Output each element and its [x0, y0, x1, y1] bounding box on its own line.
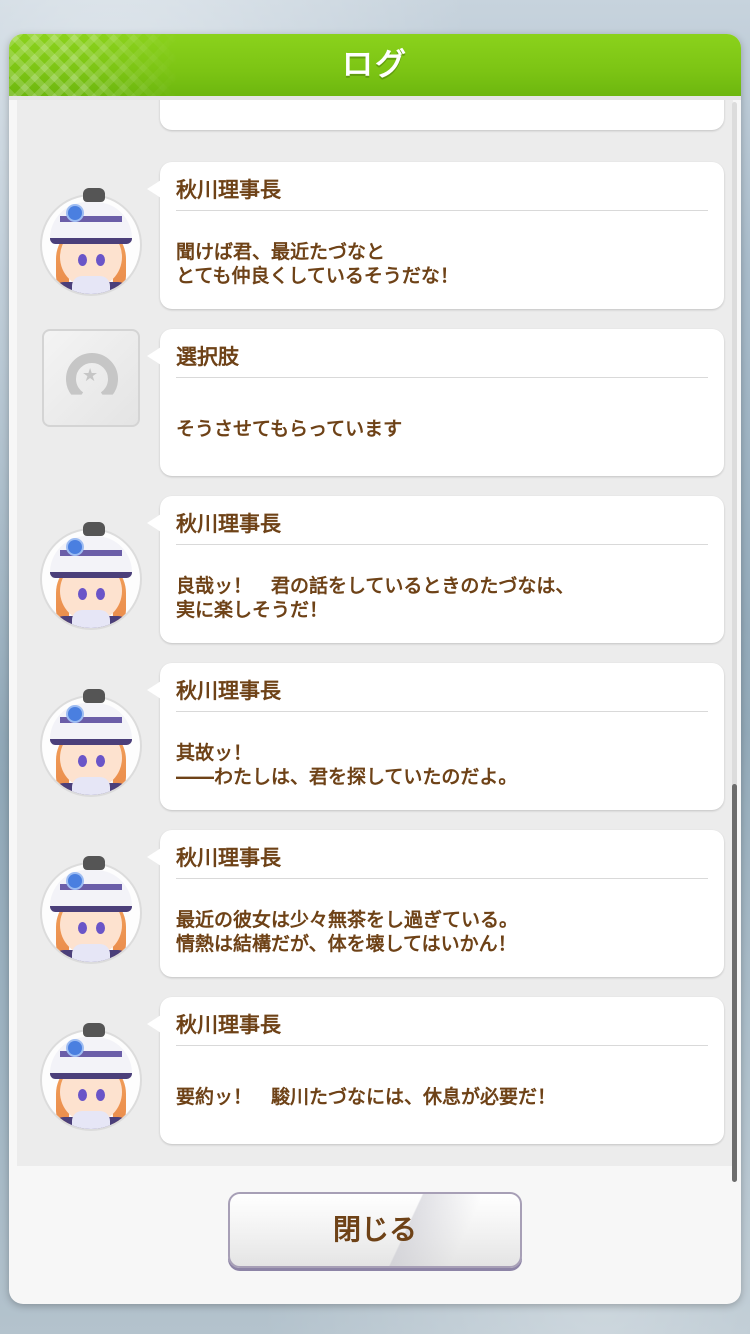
- bubble-divider: [176, 210, 708, 211]
- speaker-name: 秋川理事長: [176, 846, 281, 870]
- speaker-name: 秋川理事長: [176, 1013, 281, 1037]
- message-text: 其故ッ！ ――わたしは、君を探していたのだよ。: [176, 742, 518, 788]
- speaker-name: 選択肢: [176, 345, 239, 369]
- message-text: 良哉ッ！ 君の話をしているときのたづなは、 実に楽しそうだ！: [176, 575, 575, 621]
- log-list[interactable]: 秋川理事長 聞けば君、最近たづなと とても仲良くしているそうだな！ ★ 選択肢 …: [17, 100, 733, 1166]
- cat-on-hat-icon: [83, 188, 105, 202]
- message-text: 要約ッ！ 駿川たづなには、休息が必要だ！: [176, 1086, 557, 1108]
- message-text: 聞けば君、最近たづなと とても仲良くしているそうだな！: [176, 241, 459, 287]
- dialog-header: ログ: [9, 34, 741, 100]
- speaker-name: 秋川理事長: [176, 178, 281, 202]
- character-avatar: [42, 697, 140, 795]
- message-bubble: 秋川理事長 要約ッ！ 駿川たづなには、休息が必要だ！: [147, 997, 724, 1144]
- message-bubble: 秋川理事長 聞けば君、最近たづなと とても仲良くしているそうだな！: [147, 162, 724, 309]
- log-dialog: ログ 秋川理事長 聞けば君、最近たづなと とても仲良くしているそうだな！ ★ 選…: [9, 34, 741, 1304]
- character-avatar: [42, 196, 140, 294]
- message-text: 最近の彼女は少々無茶をし過ぎている。 情熱は結構だが、体を壊してはいかん！: [176, 909, 519, 955]
- speaker-name: 秋川理事長: [176, 512, 281, 536]
- dialog-title: ログ: [342, 47, 408, 83]
- scrollbar-thumb[interactable]: [732, 784, 737, 1182]
- close-button-label: 閉じる: [332, 1213, 417, 1246]
- speaker-name: 秋川理事長: [176, 679, 281, 703]
- cat-on-hat-icon: [83, 522, 105, 536]
- cat-on-hat-icon: [83, 689, 105, 703]
- cat-on-hat-icon: [83, 1023, 105, 1037]
- star-icon: ★: [82, 365, 99, 386]
- message-bubble: 秋川理事長 最近の彼女は少々無茶をし過ぎている。 情熱は結構だが、体を壊してはい…: [147, 830, 724, 977]
- bubble-divider: [176, 544, 708, 545]
- message-bubble: 秋川理事長 其故ッ！ ――わたしは、君を探していたのだよ。: [147, 663, 724, 810]
- cat-on-hat-icon: [83, 856, 105, 870]
- character-avatar: [42, 530, 140, 628]
- bubble-divider: [176, 878, 708, 879]
- character-avatar: [42, 1031, 140, 1129]
- partial-log-bubble: [160, 100, 724, 130]
- bubble-divider: [176, 711, 708, 712]
- character-avatar: [42, 864, 140, 962]
- choice-icon: ★: [42, 329, 140, 427]
- message-bubble: 選択肢 そうさせてもらっています: [147, 329, 724, 476]
- close-button[interactable]: 閉じる: [228, 1192, 522, 1268]
- message-text: そうさせてもらっています: [176, 418, 403, 440]
- message-bubble: 秋川理事長 良哉ッ！ 君の話をしているときのたづなは、 実に楽しそうだ！: [147, 496, 724, 643]
- bubble-divider: [176, 377, 708, 378]
- bubble-divider: [176, 1045, 708, 1046]
